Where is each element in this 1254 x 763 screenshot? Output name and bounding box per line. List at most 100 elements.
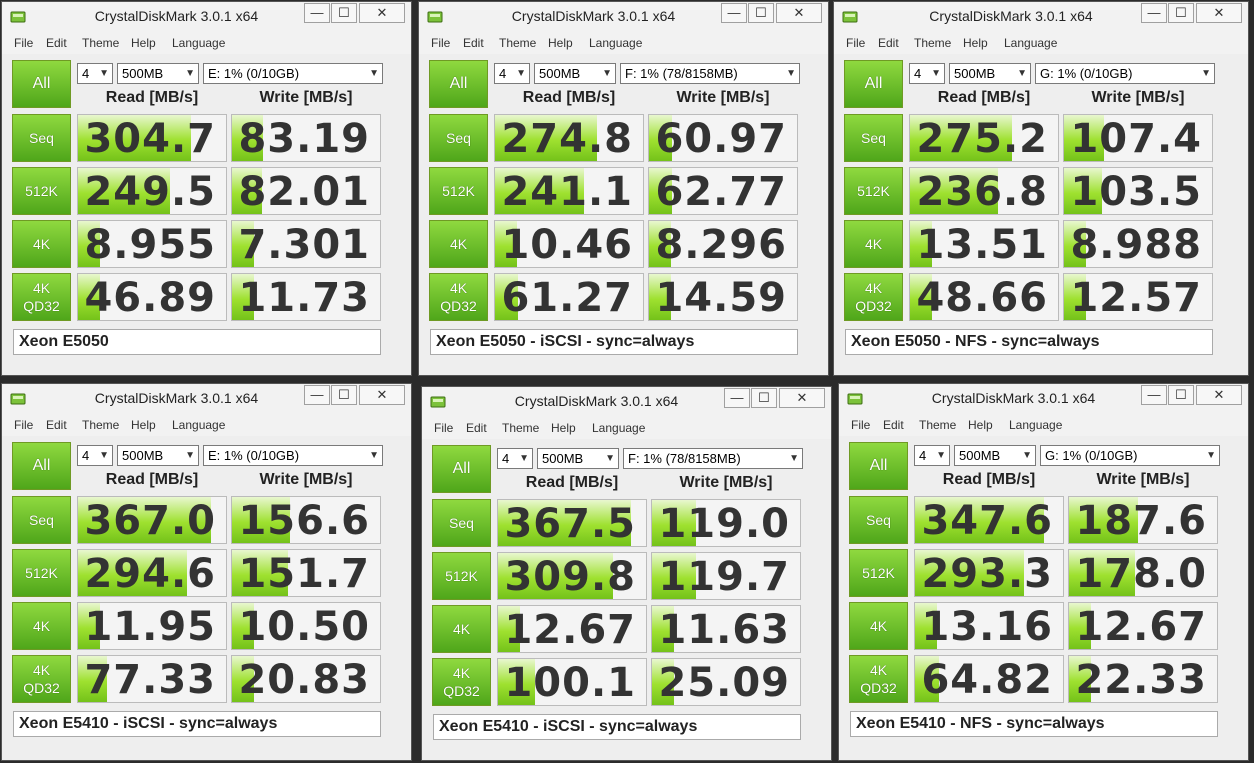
menu-theme[interactable]: Theme <box>919 418 956 432</box>
run-seq-button[interactable]: Seq <box>429 114 488 162</box>
comment-field[interactable]: Xeon E5410 - NFS - sync=always <box>850 711 1218 737</box>
menu-help[interactable]: Help <box>131 36 156 50</box>
menu-language[interactable]: Language <box>172 36 225 50</box>
run-512k-button[interactable]: 512K <box>429 167 488 215</box>
menu-help[interactable]: Help <box>551 421 576 435</box>
title-bar[interactable]: CrystalDiskMark 3.0.1 x64— ☐ ✕ <box>419 2 828 32</box>
menu-file[interactable]: File <box>434 421 453 435</box>
run-4k-qd32-button[interactable]: 4K QD32 <box>849 655 908 703</box>
title-bar[interactable]: CrystalDiskMark 3.0.1 x64— ☐ ✕ <box>422 387 831 417</box>
maximize-button[interactable]: ☐ <box>331 3 357 23</box>
menu-theme[interactable]: Theme <box>502 421 539 435</box>
test-size-select[interactable]: 500MB ▼ <box>117 63 199 84</box>
test-count-select[interactable]: 4 ▼ <box>77 63 113 84</box>
minimize-button[interactable]: — <box>1141 3 1167 23</box>
close-button[interactable]: ✕ <box>359 3 405 23</box>
run-4k-button[interactable]: 4K <box>12 602 71 650</box>
run-512k-button[interactable]: 512K <box>12 549 71 597</box>
run-all-button[interactable]: All <box>844 60 903 108</box>
menu-help[interactable]: Help <box>131 418 156 432</box>
test-size-select[interactable]: 500MB ▼ <box>537 448 619 469</box>
minimize-button[interactable]: — <box>304 385 330 405</box>
test-count-select[interactable]: 4 ▼ <box>494 63 530 84</box>
comment-field[interactable]: Xeon E5410 - iSCSI - sync=always <box>13 711 381 737</box>
run-all-button[interactable]: All <box>429 60 488 108</box>
close-button[interactable]: ✕ <box>1196 3 1242 23</box>
menu-help[interactable]: Help <box>963 36 988 50</box>
menu-help[interactable]: Help <box>968 418 993 432</box>
drive-select[interactable]: E: 1% (0/10GB) ▼ <box>203 445 383 466</box>
menu-file[interactable]: File <box>14 418 33 432</box>
title-bar[interactable]: CrystalDiskMark 3.0.1 x64— ☐ ✕ <box>2 2 411 32</box>
run-4k-button[interactable]: 4K <box>849 602 908 650</box>
test-count-select[interactable]: 4 ▼ <box>77 445 113 466</box>
close-button[interactable]: ✕ <box>1196 385 1242 405</box>
test-count-select[interactable]: 4 ▼ <box>497 448 533 469</box>
minimize-button[interactable]: — <box>721 3 747 23</box>
run-4k-qd32-button[interactable]: 4K QD32 <box>12 273 71 321</box>
comment-field[interactable]: Xeon E5050 <box>13 329 381 355</box>
run-all-button[interactable]: All <box>849 442 908 490</box>
menu-theme[interactable]: Theme <box>914 36 951 50</box>
run-512k-button[interactable]: 512K <box>432 552 491 600</box>
title-bar[interactable]: CrystalDiskMark 3.0.1 x64— ☐ ✕ <box>2 384 411 414</box>
comment-field[interactable]: Xeon E5410 - iSCSI - sync=always <box>433 714 801 740</box>
drive-select[interactable]: F: 1% (78/8158MB) ▼ <box>623 448 803 469</box>
menu-file[interactable]: File <box>431 36 450 50</box>
drive-select[interactable]: G: 1% (0/10GB) ▼ <box>1035 63 1215 84</box>
run-4k-button[interactable]: 4K <box>429 220 488 268</box>
run-512k-button[interactable]: 512K <box>849 549 908 597</box>
maximize-button[interactable]: ☐ <box>1168 3 1194 23</box>
run-all-button[interactable]: All <box>12 442 71 490</box>
menu-theme[interactable]: Theme <box>82 418 119 432</box>
run-seq-button[interactable]: Seq <box>12 496 71 544</box>
comment-field[interactable]: Xeon E5050 - iSCSI - sync=always <box>430 329 798 355</box>
close-button[interactable]: ✕ <box>359 385 405 405</box>
menu-language[interactable]: Language <box>592 421 645 435</box>
run-all-button[interactable]: All <box>432 445 491 493</box>
run-4k-qd32-button[interactable]: 4K QD32 <box>429 273 488 321</box>
menu-edit[interactable]: Edit <box>466 421 487 435</box>
test-count-select[interactable]: 4 ▼ <box>909 63 945 84</box>
run-seq-button[interactable]: Seq <box>12 114 71 162</box>
menu-edit[interactable]: Edit <box>463 36 484 50</box>
run-all-button[interactable]: All <box>12 60 71 108</box>
menu-file[interactable]: File <box>846 36 865 50</box>
menu-help[interactable]: Help <box>548 36 573 50</box>
run-512k-button[interactable]: 512K <box>12 167 71 215</box>
run-4k-button[interactable]: 4K <box>844 220 903 268</box>
run-seq-button[interactable]: Seq <box>849 496 908 544</box>
menu-language[interactable]: Language <box>1009 418 1062 432</box>
drive-select[interactable]: E: 1% (0/10GB) ▼ <box>203 63 383 84</box>
drive-select[interactable]: F: 1% (78/8158MB) ▼ <box>620 63 800 84</box>
run-4k-qd32-button[interactable]: 4K QD32 <box>844 273 903 321</box>
test-count-select[interactable]: 4 ▼ <box>914 445 950 466</box>
test-size-select[interactable]: 500MB ▼ <box>117 445 199 466</box>
minimize-button[interactable]: — <box>724 388 750 408</box>
run-512k-button[interactable]: 512K <box>844 167 903 215</box>
test-size-select[interactable]: 500MB ▼ <box>954 445 1036 466</box>
menu-edit[interactable]: Edit <box>883 418 904 432</box>
run-4k-qd32-button[interactable]: 4K QD32 <box>432 658 491 706</box>
test-size-select[interactable]: 500MB ▼ <box>949 63 1031 84</box>
menu-file[interactable]: File <box>851 418 870 432</box>
menu-file[interactable]: File <box>14 36 33 50</box>
run-seq-button[interactable]: Seq <box>432 499 491 547</box>
close-button[interactable]: ✕ <box>776 3 822 23</box>
close-button[interactable]: ✕ <box>779 388 825 408</box>
drive-select[interactable]: G: 1% (0/10GB) ▼ <box>1040 445 1220 466</box>
comment-field[interactable]: Xeon E5050 - NFS - sync=always <box>845 329 1213 355</box>
menu-language[interactable]: Language <box>589 36 642 50</box>
menu-theme[interactable]: Theme <box>499 36 536 50</box>
maximize-button[interactable]: ☐ <box>1168 385 1194 405</box>
menu-language[interactable]: Language <box>172 418 225 432</box>
maximize-button[interactable]: ☐ <box>748 3 774 23</box>
run-4k-button[interactable]: 4K <box>432 605 491 653</box>
menu-language[interactable]: Language <box>1004 36 1057 50</box>
test-size-select[interactable]: 500MB ▼ <box>534 63 616 84</box>
minimize-button[interactable]: — <box>304 3 330 23</box>
menu-edit[interactable]: Edit <box>46 418 67 432</box>
run-4k-qd32-button[interactable]: 4K QD32 <box>12 655 71 703</box>
run-seq-button[interactable]: Seq <box>844 114 903 162</box>
menu-edit[interactable]: Edit <box>878 36 899 50</box>
